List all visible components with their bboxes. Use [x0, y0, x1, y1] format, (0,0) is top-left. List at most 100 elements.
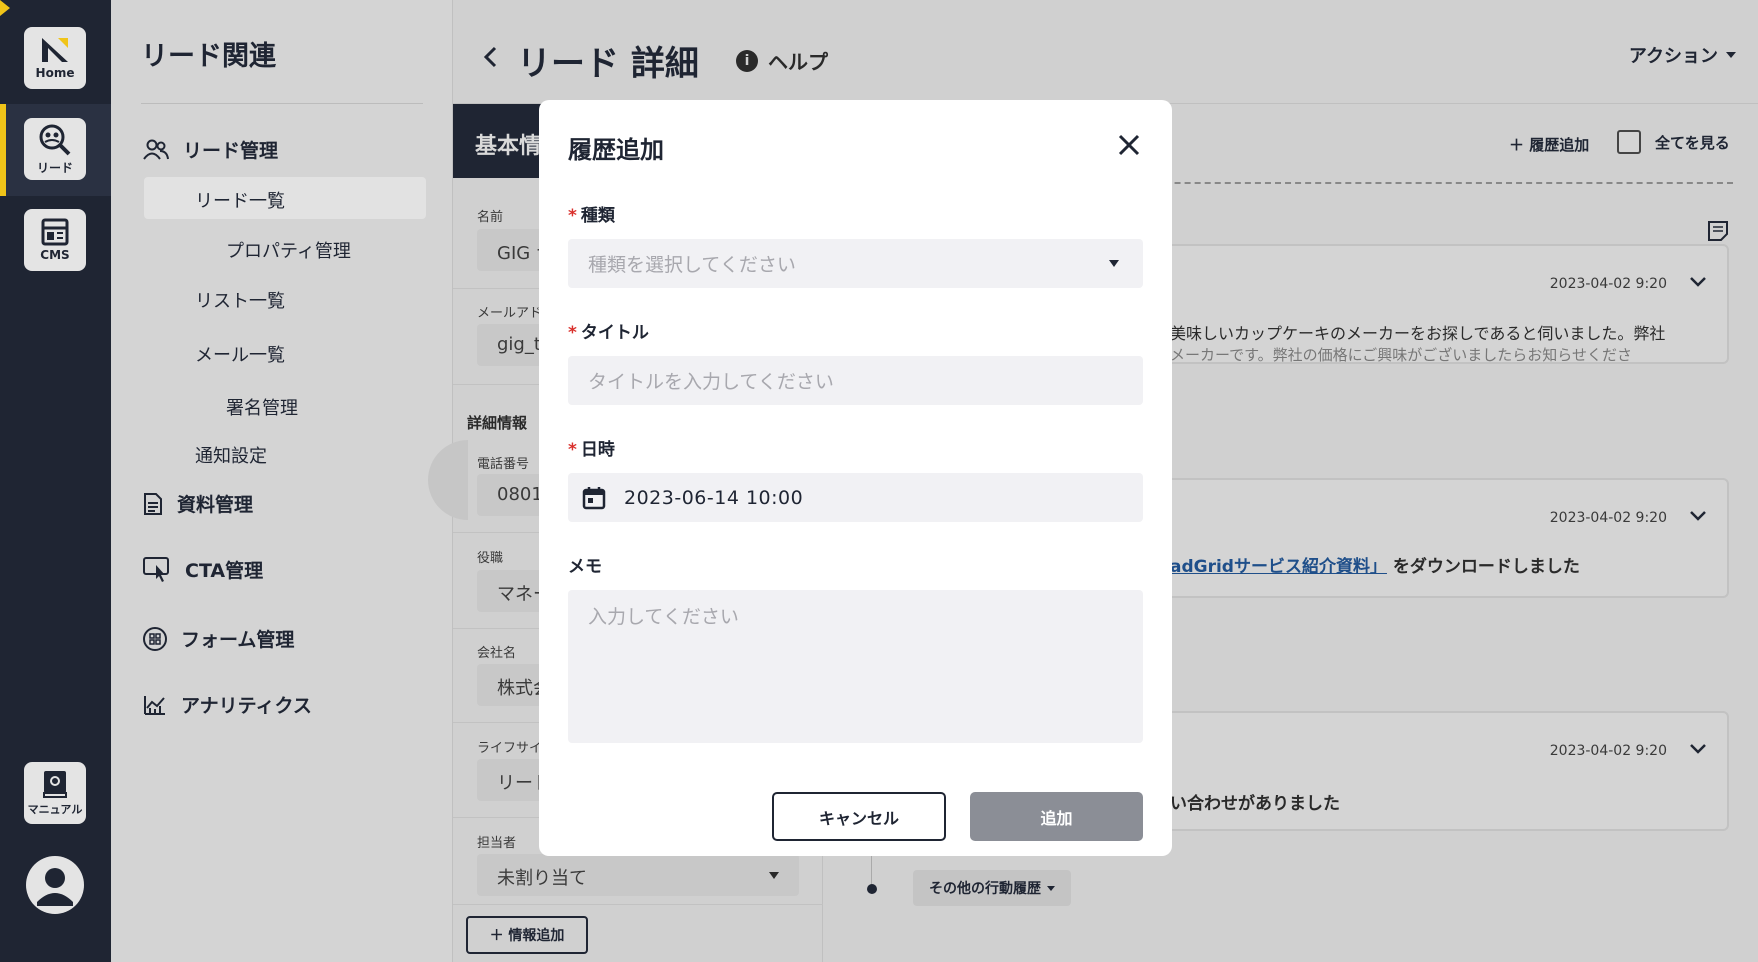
- nav-cta-mgmt[interactable]: CTA管理: [143, 556, 263, 583]
- show-all-checkbox[interactable]: [1617, 130, 1641, 154]
- info-tab-label: 基本情: [475, 134, 542, 159]
- info-icon: i: [736, 49, 758, 72]
- add-info-button[interactable]: ＋ 情報追加: [466, 916, 588, 954]
- history-date: 2023-04-02 9:20: [1549, 510, 1667, 526]
- type-label: * 種類: [568, 201, 615, 226]
- other-history-dropdown[interactable]: その他の行動履歴: [913, 870, 1071, 906]
- nav-analytics-label: アナリティクス: [181, 695, 312, 717]
- nav-list-list[interactable]: リスト一覧: [195, 287, 285, 313]
- action-label: アクション: [1628, 46, 1718, 67]
- nav-docs-mgmt[interactable]: 資料管理: [143, 490, 253, 517]
- home-logo-icon: [42, 38, 68, 62]
- type-select[interactable]: 種類を選択してください: [568, 239, 1143, 288]
- owner-caret-icon: [769, 872, 779, 879]
- memo-textarea[interactable]: 入力してください: [568, 590, 1143, 743]
- main-header: リード 詳細 i ヘルプ アクション: [453, 0, 1758, 104]
- nav-mail-list-label: メール一覧: [195, 345, 285, 366]
- nav-signature-mgmt[interactable]: 署名管理: [226, 394, 298, 420]
- chevron-down-icon[interactable]: [1689, 276, 1707, 288]
- show-all-toggle[interactable]: 全てを見る: [1617, 130, 1730, 154]
- name-label: 名前: [477, 210, 504, 225]
- history-text-faded: メーカーです。弊社の価格にご興味がございましたらお知らせくださ: [1170, 346, 1633, 364]
- help-link[interactable]: i ヘルプ: [736, 46, 828, 75]
- history-date: 2023-04-02 9:20: [1549, 276, 1667, 292]
- form-grid-icon: [143, 626, 167, 651]
- title-input[interactable]: タイトルを入力してください: [568, 356, 1143, 405]
- nav-property-mgmt-label: プロパティ管理: [226, 241, 351, 262]
- subnav-divider: [141, 103, 423, 104]
- nav-signature-mgmt-label: 署名管理: [226, 398, 298, 419]
- title-placeholder: タイトルを入力してください: [588, 371, 834, 393]
- nav-notify-settings[interactable]: 通知設定: [195, 442, 267, 468]
- owner-select[interactable]: 未割り当て: [477, 854, 799, 896]
- users-icon: [143, 139, 169, 160]
- required-mark: *: [568, 323, 577, 343]
- datetime-label: * 日時: [568, 435, 615, 460]
- type-placeholder: 種類を選択してください: [588, 254, 796, 276]
- nav-lead-mgmt[interactable]: リード管理: [143, 136, 278, 163]
- nav-selected-bg: [144, 177, 426, 219]
- rail-cms-button[interactable]: CMS: [24, 209, 86, 271]
- rail-manual-label: マニュアル: [27, 803, 83, 816]
- rail-lead-label: リード: [36, 160, 73, 175]
- chevron-down-icon: [1109, 260, 1119, 267]
- nav-lead-mgmt-label: リード管理: [183, 140, 279, 162]
- rail-home-button[interactable]: Home: [24, 27, 86, 89]
- nav-mail-list[interactable]: メール一覧: [195, 341, 285, 367]
- history-date: 2023-04-02 9:20: [1549, 743, 1667, 759]
- sub-sidebar: リード関連 リード管理 リード一覧 プロパティ管理 リスト一覧 メール一覧 署名…: [111, 0, 453, 962]
- rail-lead-button[interactable]: リード: [24, 118, 86, 180]
- rail-home-label: Home: [35, 66, 75, 80]
- nav-property-mgmt[interactable]: プロパティ管理: [226, 237, 351, 263]
- avatar-person-icon: [37, 868, 73, 906]
- nav-form-mgmt-label: フォーム管理: [181, 629, 295, 651]
- close-icon[interactable]: [1116, 132, 1142, 158]
- nav-notify-settings-label: 通知設定: [195, 446, 267, 467]
- nav-docs-mgmt-label: 資料管理: [177, 494, 254, 516]
- chevron-down-icon[interactable]: [1689, 743, 1707, 755]
- chevron-down-icon[interactable]: [1689, 510, 1707, 522]
- datetime-input[interactable]: 2023-06-14 10:00: [568, 473, 1143, 522]
- nav-analytics[interactable]: アナリティクス: [143, 691, 312, 718]
- cta-click-icon: [143, 556, 169, 582]
- document-link[interactable]: adGridサービス紹介資料」: [1170, 557, 1387, 577]
- history-text: い合わせがありました: [1170, 794, 1340, 814]
- user-avatar[interactable]: [26, 856, 84, 914]
- divider: [453, 904, 823, 905]
- rail-corner-marker: [0, 0, 10, 16]
- title-label-text: タイトル: [580, 323, 649, 343]
- owner-label: 担当者: [477, 836, 517, 851]
- datetime-label-text: 日時: [580, 440, 615, 460]
- nav-form-mgmt[interactable]: フォーム管理: [143, 625, 294, 652]
- cms-layout-icon: [41, 218, 69, 246]
- timeline-add-history-button[interactable]: ＋ 履歴追加: [1509, 134, 1589, 155]
- manual-book-icon: [43, 771, 67, 798]
- rail-manual-button[interactable]: マニュアル: [24, 762, 86, 824]
- memo-label: メモ: [568, 557, 602, 577]
- page-title: リード 詳細: [517, 44, 699, 84]
- calendar-icon[interactable]: [582, 486, 606, 510]
- app-rail: Home リード CMS マニュアル: [0, 0, 111, 962]
- lead-search-icon: [39, 124, 71, 155]
- back-chevron-icon[interactable]: [483, 46, 497, 68]
- phone-label: 電話番号: [477, 457, 530, 472]
- history-text-suffix: をダウンロードしました: [1392, 557, 1580, 577]
- email-label: メールアド: [477, 306, 543, 321]
- nav-lead-list[interactable]: リード一覧: [195, 187, 285, 213]
- modal-title: 履歴追加: [568, 136, 664, 164]
- lifecycle-label: ライフサイ: [477, 741, 543, 756]
- nav-cta-mgmt-label: CTA管理: [185, 560, 264, 582]
- company-label: 会社名: [477, 646, 517, 661]
- required-mark: *: [568, 440, 577, 460]
- cancel-button[interactable]: キャンセル: [772, 792, 946, 841]
- subnav-title: リード関連: [141, 41, 276, 72]
- action-dropdown[interactable]: アクション: [1629, 42, 1736, 68]
- role-label: 役職: [477, 551, 504, 566]
- add-history-modal: 履歴追加 * 種類 種類を選択してください * タイトル タイトルを入力してください…: [539, 100, 1172, 856]
- document-icon: [144, 492, 162, 515]
- nav-list-list-label: リスト一覧: [195, 291, 285, 312]
- add-button[interactable]: 追加: [970, 792, 1143, 841]
- datetime-value: 2023-06-14 10:00: [624, 486, 804, 509]
- note-icon[interactable]: [1707, 220, 1729, 242]
- show-all-label: 全てを見る: [1655, 133, 1730, 152]
